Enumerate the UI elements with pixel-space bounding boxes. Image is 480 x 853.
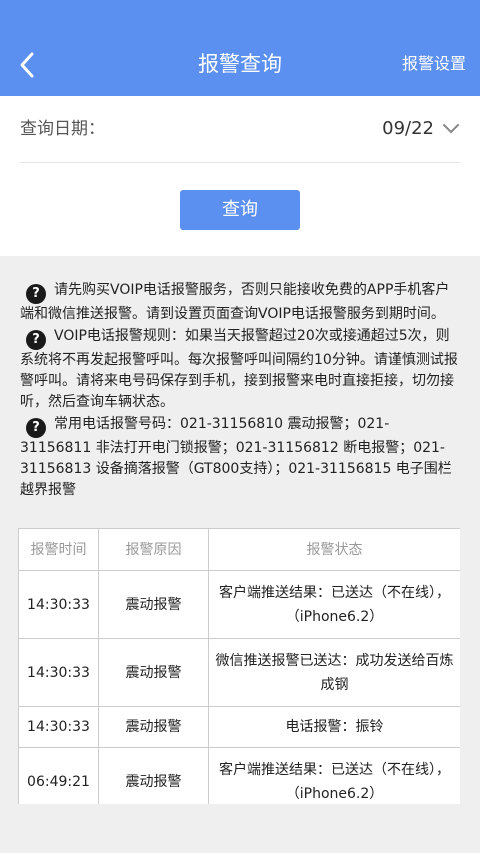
alarm-time: 14:30:33	[18, 638, 99, 707]
alarm-reason: 震动报警	[98, 706, 209, 748]
alarm-time: 06:49:21	[18, 747, 99, 804]
alarm-time: 14:30:33	[18, 706, 99, 748]
query-panel: 查询日期： 09/22 查询	[0, 96, 480, 256]
table-row: 14:30:33 震动报警 微信推送报警已送达：成功发送给百炼成钢	[18, 638, 460, 707]
alarm-status: 客户端推送结果：已送达（不在线），（iPhone6.2）	[208, 570, 460, 639]
notice-text: VOIP电话报警规则：如果当天报警超过20次或接通超过5次，则系统将不再发起报警…	[20, 328, 458, 410]
alarm-reason: 震动报警	[98, 638, 209, 707]
notice-item: ? 请先购买VOIP电话报警服务，否则只能接收免费的APP手机客户端和微信推送报警…	[20, 280, 460, 325]
notice-list: ? 请先购买VOIP电话报警服务，否则只能接收免费的APP手机客户端和微信推送报警…	[20, 280, 460, 502]
question-icon: ?	[26, 284, 46, 304]
alarm-reason: 震动报警	[98, 570, 209, 639]
column-header-time: 报警时间	[18, 528, 99, 571]
date-selector[interactable]: 查询日期： 09/22	[20, 96, 460, 163]
alarm-time: 14:30:33	[18, 570, 99, 639]
notice-text: 常用电话报警号码：021-31156810 震动报警；021-31156811 …	[20, 416, 452, 498]
question-icon: ?	[26, 418, 46, 438]
notice-item: ? VOIP电话报警规则：如果当天报警超过20次或接通超过5次，则系统将不再发起报…	[20, 326, 460, 413]
query-button[interactable]: 查询	[180, 190, 300, 230]
date-label: 查询日期：	[20, 119, 105, 139]
alarm-table: 报警时间 报警原因 报警状态 14:30:33 震动报警 客户端推送结果：已送达…	[18, 528, 460, 804]
alarm-status: 客户端推送结果：已送达（不在线），（iPhone6.2）	[208, 747, 460, 804]
alarm-settings-link[interactable]: 报警设置	[402, 50, 466, 78]
alarm-table-container[interactable]: 报警时间 报警原因 报警状态 14:30:33 震动报警 客户端推送结果：已送达…	[18, 528, 460, 804]
alarm-status: 微信推送报警已送达：成功发送给百炼成钢	[208, 638, 460, 707]
table-row: 14:30:33 震动报警 客户端推送结果：已送达（不在线），（iPhone6.…	[18, 570, 460, 639]
notice-item: ? 常用电话报警号码：021-31156810 震动报警；021-31156811…	[20, 414, 460, 501]
alarm-status: 电话报警：振铃	[208, 706, 460, 748]
bottom-spacer	[0, 806, 480, 853]
table-row: 14:30:33 震动报警 电话报警：振铃	[18, 706, 460, 748]
column-header-reason: 报警原因	[98, 528, 209, 571]
date-value[interactable]: 09/22	[382, 114, 434, 144]
notice-text: 请先购买VOIP电话报警服务，否则只能接收免费的APP手机客户端和微信推送报警。…	[20, 282, 450, 322]
chevron-down-icon[interactable]	[442, 122, 460, 136]
question-icon: ?	[26, 330, 46, 350]
column-header-status: 报警状态	[208, 528, 460, 571]
alarm-reason: 震动报警	[98, 747, 209, 804]
top-bar: 报警查询 报警设置	[0, 0, 480, 96]
table-header-row: 报警时间 报警原因 报警状态	[18, 528, 460, 571]
table-row: 06:49:21 震动报警 客户端推送结果：已送达（不在线），（iPhone6.…	[18, 747, 460, 804]
